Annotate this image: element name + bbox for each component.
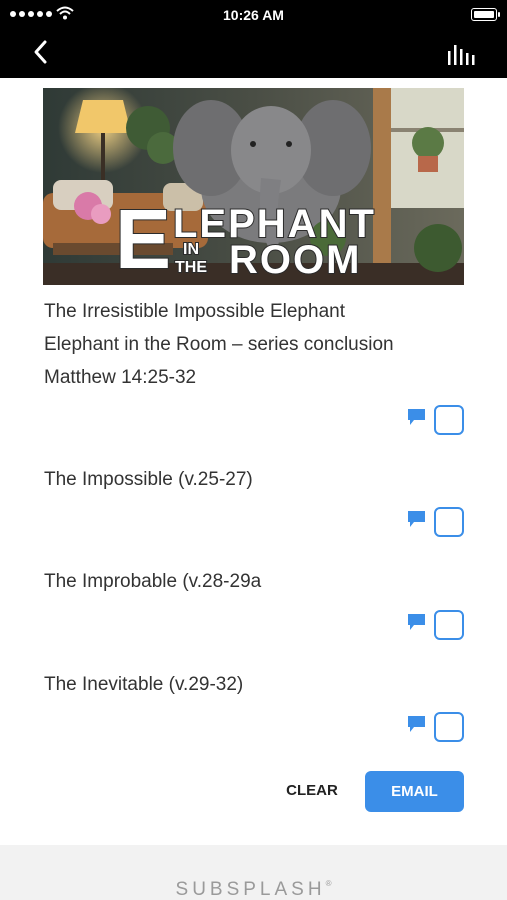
note-checkbox[interactable] — [434, 712, 464, 742]
audio-levels-icon[interactable] — [447, 43, 477, 65]
notes-series-line: Elephant in the Room – series conclusion — [44, 334, 394, 355]
footer: SUBSPLASH® — [0, 845, 507, 900]
note-checkbox[interactable] — [434, 405, 464, 435]
status-bar: 10:26 AM — [0, 0, 507, 30]
note-checkbox[interactable] — [434, 610, 464, 640]
comment-icon[interactable] — [408, 716, 425, 732]
subsplash-brand[interactable]: SUBSPLASH® — [0, 879, 507, 900]
note-actions-row — [408, 712, 464, 742]
notes-point-1: The Impossible (v.25-27) — [44, 469, 253, 490]
comment-icon[interactable] — [408, 511, 425, 527]
series-title-lettering: E LEPHANT IN THE ROOM — [114, 191, 375, 285]
comment-icon[interactable] — [408, 409, 425, 425]
notes-title: The Irresistible Impossible Elephant — [44, 301, 345, 322]
status-time: 10:26 AM — [223, 7, 284, 23]
top-nav-bar — [0, 30, 507, 78]
note-actions-row — [408, 405, 464, 435]
notes-scripture-reference: Matthew 14:25-32 — [44, 367, 197, 388]
series-artwork-image: E LEPHANT IN THE ROOM — [43, 88, 464, 285]
title-big-letter: E — [115, 192, 171, 285]
note-checkbox[interactable] — [434, 507, 464, 537]
clear-button[interactable]: CLEAR — [276, 772, 348, 810]
brand-name: SUBSPLASH — [175, 879, 326, 900]
email-button[interactable]: EMAIL — [365, 771, 464, 812]
title-small-the: THE — [175, 259, 207, 276]
note-actions-row — [408, 610, 464, 640]
registered-mark: ® — [325, 879, 332, 888]
battery-icon — [471, 8, 500, 21]
title-word-2: ROOM — [229, 238, 361, 282]
back-chevron-icon[interactable] — [28, 38, 58, 68]
notes-point-3: The Inevitable (v.29-32) — [44, 674, 244, 695]
comment-icon[interactable] — [408, 614, 425, 630]
title-small-in: IN — [183, 241, 199, 258]
note-actions-row — [408, 507, 464, 537]
notes-point-2: The Improbable (v.28-29a — [44, 571, 262, 592]
